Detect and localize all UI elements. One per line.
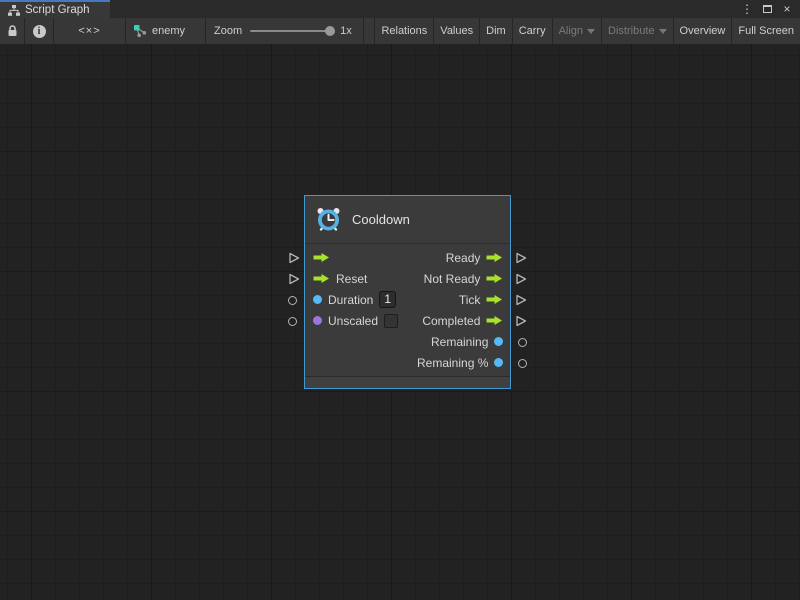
port-row-reset[interactable]: Reset	[305, 268, 409, 289]
flow-arrow-icon	[313, 273, 330, 284]
full-screen-button[interactable]: Full Screen	[731, 18, 800, 44]
carry-button[interactable]: Carry	[512, 18, 552, 44]
value-in-socket[interactable]	[288, 317, 297, 326]
tab-bar: Script Graph ⋮ ×	[0, 0, 800, 18]
zoom-control: Zoom 1x	[206, 18, 364, 44]
flow-in-socket[interactable]	[288, 273, 300, 285]
value-port-icon	[494, 337, 503, 346]
port-row-duration[interactable]: Duration 1	[305, 289, 409, 310]
output-ports: Ready Not Ready Tick	[409, 247, 511, 373]
zoom-value: 1x	[340, 25, 352, 37]
port-row-completed[interactable]: Completed	[409, 310, 511, 331]
flow-arrow-icon	[486, 273, 503, 284]
tab-label: Script Graph	[25, 4, 90, 16]
relations-button[interactable]: Relations	[374, 18, 433, 44]
port-row-not-ready[interactable]: Not Ready	[409, 268, 511, 289]
flow-arrow-icon	[486, 315, 503, 326]
port-row-remaining[interactable]: Remaining	[409, 331, 511, 352]
graph-canvas[interactable]: Cooldown Reset	[0, 44, 800, 600]
node-footer	[305, 376, 510, 388]
close-icon[interactable]: ×	[780, 2, 794, 16]
value-out-socket[interactable]	[518, 338, 527, 347]
code-icon: <×>	[78, 25, 100, 37]
zoom-slider[interactable]	[250, 30, 332, 32]
input-ports: Reset Duration 1 Unscaled	[305, 247, 409, 373]
port-row-unscaled[interactable]: Unscaled	[305, 310, 409, 331]
overview-button[interactable]: Overview	[673, 18, 732, 44]
lock-icon	[7, 25, 18, 37]
distribute-button: Distribute	[601, 18, 672, 44]
dim-button[interactable]: Dim	[479, 18, 512, 44]
info-icon: i	[33, 25, 46, 38]
values-button[interactable]: Values	[433, 18, 479, 44]
cooldown-node[interactable]: Cooldown Reset	[304, 195, 511, 389]
port-row-ready[interactable]: Ready	[409, 247, 511, 268]
node-body: Reset Duration 1 Unscaled Re	[305, 244, 510, 373]
script-graph-window: Script Graph ⋮ × i <×>	[0, 0, 800, 600]
code-preview-button[interactable]: <×>	[54, 18, 126, 44]
chevron-down-icon	[587, 29, 595, 34]
lock-button[interactable]	[0, 18, 25, 44]
info-button[interactable]: i	[25, 18, 54, 44]
port-row-remaining-pct[interactable]: Remaining %	[409, 352, 511, 373]
node-header[interactable]: Cooldown	[305, 196, 510, 244]
duration-input[interactable]: 1	[379, 291, 396, 308]
graph-hierarchy-icon	[8, 5, 20, 16]
value-port-icon	[494, 358, 503, 367]
graph-node-icon	[133, 24, 147, 38]
flow-out-socket[interactable]	[515, 315, 527, 327]
flow-arrow-icon	[486, 294, 503, 305]
breadcrumb[interactable]: enemy	[126, 18, 206, 44]
zoom-slider-handle[interactable]	[325, 26, 335, 36]
align-button: Align	[552, 18, 601, 44]
port-row-tick[interactable]: Tick	[409, 289, 511, 310]
flow-in-socket[interactable]	[288, 252, 300, 264]
window-menu-icon[interactable]: ⋮	[740, 2, 754, 16]
unscaled-checkbox[interactable]	[384, 314, 398, 328]
port-row-flow-in[interactable]	[305, 247, 409, 268]
zoom-label: Zoom	[214, 25, 242, 37]
node-title: Cooldown	[352, 212, 410, 227]
value-port-icon	[313, 295, 322, 304]
window-controls: ⋮ ×	[740, 0, 800, 18]
flow-out-socket[interactable]	[515, 273, 527, 285]
value-out-socket[interactable]	[518, 359, 527, 368]
toolbar-buttons: Relations Values Dim Carry Align Distrib…	[374, 18, 800, 44]
flow-arrow-icon	[313, 252, 330, 263]
value-port-icon	[313, 316, 322, 325]
value-in-socket[interactable]	[288, 296, 297, 305]
graph-toolbar: i <×> enemy Zoom 1x Relations	[0, 18, 800, 44]
alarm-clock-icon	[315, 206, 342, 233]
breadcrumb-label: enemy	[152, 25, 185, 37]
flow-out-socket[interactable]	[515, 252, 527, 264]
flow-arrow-icon	[486, 252, 503, 263]
flow-out-socket[interactable]	[515, 294, 527, 306]
maximize-icon[interactable]	[760, 2, 774, 16]
chevron-down-icon	[659, 29, 667, 34]
tab-script-graph[interactable]: Script Graph	[0, 0, 110, 18]
